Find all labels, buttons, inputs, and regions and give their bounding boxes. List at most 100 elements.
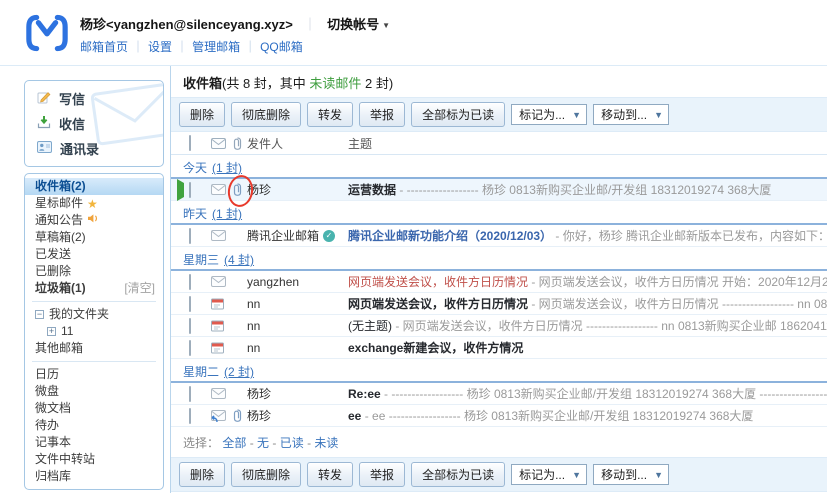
folder-label: 收件箱(2) <box>35 178 86 195</box>
sidebar-item-calendar[interactable]: 日历 <box>25 366 163 383</box>
column-sender: 发件人 <box>247 135 348 152</box>
folder-label: 已删除 <box>35 263 71 280</box>
select-read-link[interactable]: 已读 <box>269 436 304 450</box>
sidebar-item-file-transfer[interactable]: 文件中转站 <box>25 451 163 468</box>
select-unread-link[interactable]: 未读 <box>304 436 339 450</box>
mail-snippet: - ------------------ 杨珍 0813新购买企业邮/开发组 1… <box>381 387 827 401</box>
sidebar-item-compose[interactable]: 写信 <box>25 86 163 111</box>
inbox-title: 收件箱(共 8 封，其中 未读邮件 2 封) <box>171 66 827 97</box>
read-envelope-icon <box>211 276 233 287</box>
nav-mail-home[interactable]: 邮箱首页 <box>80 40 128 54</box>
mail-row[interactable]: 杨珍 ee - ee ------------------ 杨珍 0813新购买… <box>171 405 827 427</box>
chevron-down-icon: ▼ <box>572 110 581 120</box>
select-all-link[interactable]: 全部 <box>222 436 246 450</box>
row-checkbox[interactable] <box>189 386 191 402</box>
mail-snippet: - 网页端发送会议，收件方日历情况 ------------------ nn … <box>528 297 827 311</box>
sidebar-item-other-mailboxes[interactable]: 其他邮箱 <box>25 340 163 357</box>
delete-button[interactable]: 删除 <box>179 102 225 127</box>
sidebar-item-my-folders[interactable]: 我的文件夹 <box>25 306 163 323</box>
mark-all-read-button[interactable]: 全部标为已读 <box>411 102 505 127</box>
sidebar-item-drafts[interactable]: 草稿箱(2) <box>25 229 163 246</box>
switch-account-menu[interactable]: 切换帐号 <box>327 17 390 32</box>
group-count-link[interactable]: (1 封) <box>212 159 242 176</box>
mail-row[interactable]: yangzhen 网页端发送会议，收件方日历情况 - 网页端发送会议，收件方日历… <box>171 271 827 293</box>
mail-list-header: 发件人 主题 <box>171 132 827 155</box>
forward-button[interactable]: 转发 <box>307 462 353 487</box>
mail-sender: 杨珍 <box>247 181 271 198</box>
mail-row[interactable]: 腾讯企业邮箱✓ 腾讯企业邮新功能介绍（2020/12/03） - 你好，杨珍 腾… <box>171 225 827 247</box>
mail-row[interactable]: 杨珍 Re:ee - ------------------ 杨珍 0813新购买… <box>171 383 827 405</box>
group-header-yesterday: 昨天 (1 封) <box>171 204 827 225</box>
delete-button[interactable]: 删除 <box>179 462 225 487</box>
group-count-link[interactable]: (2 封) <box>224 363 254 380</box>
mark-as-dropdown[interactable]: 标记为... ▼ <box>511 464 587 485</box>
sidebar-item-inbox[interactable]: 收件箱(2) <box>25 178 163 195</box>
select-none-link[interactable]: 无 <box>246 436 269 450</box>
group-label: 今天 <box>183 159 207 176</box>
row-checkbox[interactable] <box>189 340 191 356</box>
selection-bar: 选择： 全部无已读未读 <box>171 427 827 457</box>
folder-label: 我的文件夹 <box>49 306 109 323</box>
nav-manage-mail[interactable]: 管理邮箱 <box>172 40 240 54</box>
sidebar-actions-box: 写信 收信 通讯录 <box>24 80 164 167</box>
sidebar-item-notes[interactable]: 记事本 <box>25 434 163 451</box>
sidebar-item-deleted[interactable]: 已删除 <box>25 263 163 280</box>
row-checkbox[interactable] <box>189 408 191 424</box>
row-checkbox[interactable] <box>189 318 191 334</box>
purge-button[interactable]: 彻底删除 <box>231 102 301 127</box>
select-all-checkbox[interactable] <box>189 135 191 151</box>
sidebar-item-sent[interactable]: 已发送 <box>25 246 163 263</box>
sidebar-item-weidoc[interactable]: 微文档 <box>25 400 163 417</box>
app-label: 微文档 <box>35 400 71 417</box>
calendar-invite-icon <box>211 341 233 354</box>
expand-toggle-icon[interactable] <box>47 327 56 336</box>
group-header-today: 今天 (1 封) <box>171 158 827 179</box>
mail-row[interactable]: nn exchange新建会议，收件方情况 <box>171 337 827 359</box>
mark-as-dropdown[interactable]: 标记为... ▼ <box>511 104 587 125</box>
purge-button[interactable]: 彻底删除 <box>231 462 301 487</box>
folder-label: 其他邮箱 <box>35 340 83 357</box>
move-to-label: 移动到... <box>601 466 647 483</box>
nav-settings[interactable]: 设置 <box>128 40 172 54</box>
sidebar-item-announcements[interactable]: 通知公告 <box>25 212 163 229</box>
row-checkbox[interactable] <box>189 228 191 244</box>
report-button[interactable]: 举报 <box>359 102 405 127</box>
group-count-link[interactable]: (4 封) <box>224 251 254 268</box>
calendar-invite-icon <box>211 319 233 332</box>
sidebar-item-contacts[interactable]: 通讯录 <box>25 136 163 161</box>
sidebar-item-junk[interactable]: 垃圾箱(1) [清空] <box>25 280 163 297</box>
sidebar-item-archive[interactable]: 归档库 <box>25 468 163 485</box>
inbox-title-count-suffix: 2 封) <box>361 76 393 91</box>
row-checkbox[interactable] <box>189 274 191 290</box>
empty-junk-link[interactable]: [清空] <box>124 280 155 297</box>
sidebar-divider <box>32 301 156 302</box>
sidebar-item-todo[interactable]: 待办 <box>25 417 163 434</box>
row-checkbox[interactable] <box>189 182 191 198</box>
move-to-dropdown[interactable]: 移动到... ▼ <box>593 464 669 485</box>
mail-row[interactable]: nn 网页端发送会议，收件方日历情况 - 网页端发送会议，收件方日历情况 ---… <box>171 293 827 315</box>
group-count-link[interactable]: (1 封) <box>212 205 242 222</box>
open-mail-arrow-icon <box>177 179 184 201</box>
collapse-toggle-icon[interactable] <box>35 310 44 319</box>
sidebar-item-weidisk[interactable]: 微盘 <box>25 383 163 400</box>
mail-subject: Re:ee <box>348 387 381 401</box>
mail-row[interactable]: nn (无主题) - 网页端发送会议，收件方日历情况 -------------… <box>171 315 827 337</box>
report-button[interactable]: 举报 <box>359 462 405 487</box>
move-to-dropdown[interactable]: 移动到... ▼ <box>593 104 669 125</box>
app-label: 微盘 <box>35 383 59 400</box>
toolbar-bottom: 删除 彻底删除 转发 举报 全部标为已读 标记为... ▼ 移动到... ▼ <box>171 457 827 492</box>
sidebar-item-starred[interactable]: 星标邮件 ★ <box>25 195 163 212</box>
sidebar-item-receive[interactable]: 收信 <box>25 111 163 136</box>
forward-button[interactable]: 转发 <box>307 102 353 127</box>
header-separator: ｜ <box>303 17 316 32</box>
mail-subject: exchange新建会议，收件方情况 <box>348 341 523 355</box>
mail-row[interactable]: 杨珍 运营数据 - ------------------ 杨珍 0813新购买企… <box>171 179 827 201</box>
mark-as-label: 标记为... <box>519 466 565 483</box>
sidebar-item-folder-11[interactable]: 11 <box>25 323 163 340</box>
row-checkbox[interactable] <box>189 296 191 312</box>
nav-qqmail[interactable]: QQ邮箱 <box>240 40 303 54</box>
contacts-icon <box>37 141 52 156</box>
paperclip-icon <box>233 183 247 196</box>
mark-all-read-button[interactable]: 全部标为已读 <box>411 462 505 487</box>
folder-label: 已发送 <box>35 246 71 263</box>
